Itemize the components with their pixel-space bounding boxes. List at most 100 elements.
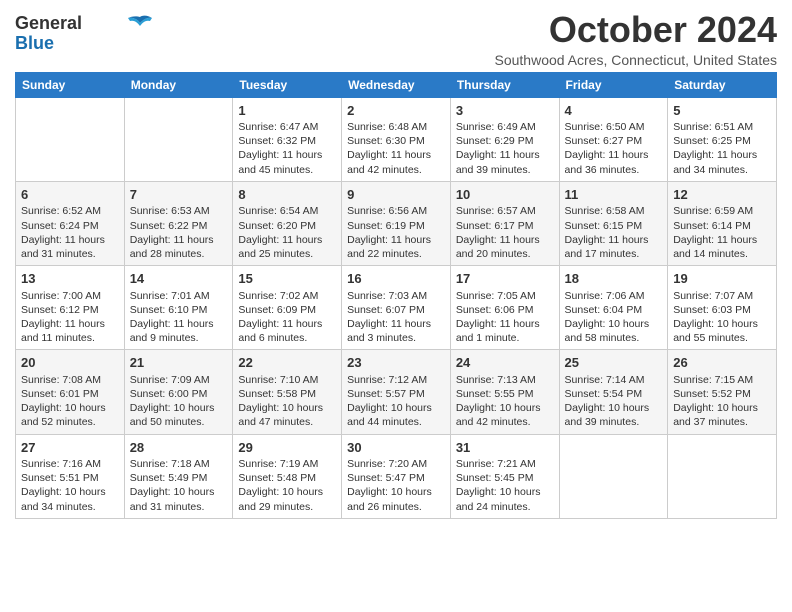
day-number: 21	[130, 354, 228, 372]
day-info: Sunrise: 7:14 AM Sunset: 5:54 PM Dayligh…	[565, 373, 663, 430]
logo-blue: Blue	[15, 34, 54, 54]
day-info: Sunrise: 6:58 AM Sunset: 6:15 PM Dayligh…	[565, 204, 663, 261]
day-number: 23	[347, 354, 445, 372]
day-info: Sunrise: 6:48 AM Sunset: 6:30 PM Dayligh…	[347, 120, 445, 177]
day-number: 20	[21, 354, 119, 372]
day-info: Sunrise: 7:05 AM Sunset: 6:06 PM Dayligh…	[456, 289, 554, 346]
day-info: Sunrise: 6:56 AM Sunset: 6:19 PM Dayligh…	[347, 204, 445, 261]
logo-bird-icon	[126, 15, 154, 31]
day-number: 8	[238, 186, 336, 204]
day-number: 22	[238, 354, 336, 372]
day-cell-12: 12Sunrise: 6:59 AM Sunset: 6:14 PM Dayli…	[668, 181, 777, 265]
day-number: 27	[21, 439, 119, 457]
day-info: Sunrise: 7:09 AM Sunset: 6:00 PM Dayligh…	[130, 373, 228, 430]
day-info: Sunrise: 7:10 AM Sunset: 5:58 PM Dayligh…	[238, 373, 336, 430]
empty-cell	[668, 434, 777, 518]
empty-cell	[16, 97, 125, 181]
title-area: October 2024 Southwood Acres, Connecticu…	[495, 10, 778, 68]
day-info: Sunrise: 6:50 AM Sunset: 6:27 PM Dayligh…	[565, 120, 663, 177]
day-info: Sunrise: 7:00 AM Sunset: 6:12 PM Dayligh…	[21, 289, 119, 346]
day-cell-7: 7Sunrise: 6:53 AM Sunset: 6:22 PM Daylig…	[124, 181, 233, 265]
day-header-tuesday: Tuesday	[233, 72, 342, 97]
day-header-thursday: Thursday	[450, 72, 559, 97]
day-header-sunday: Sunday	[16, 72, 125, 97]
day-cell-5: 5Sunrise: 6:51 AM Sunset: 6:25 PM Daylig…	[668, 97, 777, 181]
day-info: Sunrise: 7:21 AM Sunset: 5:45 PM Dayligh…	[456, 457, 554, 514]
day-number: 7	[130, 186, 228, 204]
day-info: Sunrise: 7:16 AM Sunset: 5:51 PM Dayligh…	[21, 457, 119, 514]
day-cell-22: 22Sunrise: 7:10 AM Sunset: 5:58 PM Dayli…	[233, 350, 342, 434]
day-number: 25	[565, 354, 663, 372]
day-info: Sunrise: 6:51 AM Sunset: 6:25 PM Dayligh…	[673, 120, 771, 177]
day-cell-14: 14Sunrise: 7:01 AM Sunset: 6:10 PM Dayli…	[124, 266, 233, 350]
day-header-saturday: Saturday	[668, 72, 777, 97]
day-info: Sunrise: 7:03 AM Sunset: 6:07 PM Dayligh…	[347, 289, 445, 346]
header-row: SundayMondayTuesdayWednesdayThursdayFrid…	[16, 72, 777, 97]
day-cell-2: 2Sunrise: 6:48 AM Sunset: 6:30 PM Daylig…	[342, 97, 451, 181]
logo-general: General	[15, 14, 82, 34]
day-cell-8: 8Sunrise: 6:54 AM Sunset: 6:20 PM Daylig…	[233, 181, 342, 265]
day-info: Sunrise: 7:01 AM Sunset: 6:10 PM Dayligh…	[130, 289, 228, 346]
empty-cell	[559, 434, 668, 518]
day-number: 15	[238, 270, 336, 288]
logo: General Blue	[15, 14, 154, 54]
day-info: Sunrise: 6:52 AM Sunset: 6:24 PM Dayligh…	[21, 204, 119, 261]
day-number: 30	[347, 439, 445, 457]
location-subtitle: Southwood Acres, Connecticut, United Sta…	[495, 52, 778, 68]
day-number: 2	[347, 102, 445, 120]
day-info: Sunrise: 7:07 AM Sunset: 6:03 PM Dayligh…	[673, 289, 771, 346]
empty-cell	[124, 97, 233, 181]
day-number: 5	[673, 102, 771, 120]
day-cell-17: 17Sunrise: 7:05 AM Sunset: 6:06 PM Dayli…	[450, 266, 559, 350]
day-cell-9: 9Sunrise: 6:56 AM Sunset: 6:19 PM Daylig…	[342, 181, 451, 265]
day-number: 10	[456, 186, 554, 204]
day-cell-20: 20Sunrise: 7:08 AM Sunset: 6:01 PM Dayli…	[16, 350, 125, 434]
day-cell-26: 26Sunrise: 7:15 AM Sunset: 5:52 PM Dayli…	[668, 350, 777, 434]
day-number: 12	[673, 186, 771, 204]
day-cell-10: 10Sunrise: 6:57 AM Sunset: 6:17 PM Dayli…	[450, 181, 559, 265]
day-cell-30: 30Sunrise: 7:20 AM Sunset: 5:47 PM Dayli…	[342, 434, 451, 518]
day-cell-27: 27Sunrise: 7:16 AM Sunset: 5:51 PM Dayli…	[16, 434, 125, 518]
day-number: 16	[347, 270, 445, 288]
day-number: 31	[456, 439, 554, 457]
day-cell-25: 25Sunrise: 7:14 AM Sunset: 5:54 PM Dayli…	[559, 350, 668, 434]
week-row-4: 20Sunrise: 7:08 AM Sunset: 6:01 PM Dayli…	[16, 350, 777, 434]
day-info: Sunrise: 7:19 AM Sunset: 5:48 PM Dayligh…	[238, 457, 336, 514]
day-info: Sunrise: 7:02 AM Sunset: 6:09 PM Dayligh…	[238, 289, 336, 346]
day-info: Sunrise: 6:57 AM Sunset: 6:17 PM Dayligh…	[456, 204, 554, 261]
day-number: 18	[565, 270, 663, 288]
day-number: 4	[565, 102, 663, 120]
day-info: Sunrise: 6:49 AM Sunset: 6:29 PM Dayligh…	[456, 120, 554, 177]
day-header-monday: Monday	[124, 72, 233, 97]
day-cell-11: 11Sunrise: 6:58 AM Sunset: 6:15 PM Dayli…	[559, 181, 668, 265]
month-title: October 2024	[495, 10, 778, 50]
day-info: Sunrise: 6:59 AM Sunset: 6:14 PM Dayligh…	[673, 204, 771, 261]
day-info: Sunrise: 7:08 AM Sunset: 6:01 PM Dayligh…	[21, 373, 119, 430]
day-info: Sunrise: 6:47 AM Sunset: 6:32 PM Dayligh…	[238, 120, 336, 177]
day-info: Sunrise: 6:53 AM Sunset: 6:22 PM Dayligh…	[130, 204, 228, 261]
day-cell-4: 4Sunrise: 6:50 AM Sunset: 6:27 PM Daylig…	[559, 97, 668, 181]
day-cell-24: 24Sunrise: 7:13 AM Sunset: 5:55 PM Dayli…	[450, 350, 559, 434]
day-number: 13	[21, 270, 119, 288]
day-info: Sunrise: 7:20 AM Sunset: 5:47 PM Dayligh…	[347, 457, 445, 514]
day-info: Sunrise: 7:06 AM Sunset: 6:04 PM Dayligh…	[565, 289, 663, 346]
day-number: 29	[238, 439, 336, 457]
day-info: Sunrise: 7:15 AM Sunset: 5:52 PM Dayligh…	[673, 373, 771, 430]
day-cell-18: 18Sunrise: 7:06 AM Sunset: 6:04 PM Dayli…	[559, 266, 668, 350]
day-header-wednesday: Wednesday	[342, 72, 451, 97]
day-cell-3: 3Sunrise: 6:49 AM Sunset: 6:29 PM Daylig…	[450, 97, 559, 181]
day-cell-13: 13Sunrise: 7:00 AM Sunset: 6:12 PM Dayli…	[16, 266, 125, 350]
day-number: 6	[21, 186, 119, 204]
day-cell-31: 31Sunrise: 7:21 AM Sunset: 5:45 PM Dayli…	[450, 434, 559, 518]
week-row-3: 13Sunrise: 7:00 AM Sunset: 6:12 PM Dayli…	[16, 266, 777, 350]
week-row-2: 6Sunrise: 6:52 AM Sunset: 6:24 PM Daylig…	[16, 181, 777, 265]
day-cell-19: 19Sunrise: 7:07 AM Sunset: 6:03 PM Dayli…	[668, 266, 777, 350]
calendar-table: SundayMondayTuesdayWednesdayThursdayFrid…	[15, 72, 777, 519]
day-number: 28	[130, 439, 228, 457]
day-info: Sunrise: 6:54 AM Sunset: 6:20 PM Dayligh…	[238, 204, 336, 261]
day-cell-1: 1Sunrise: 6:47 AM Sunset: 6:32 PM Daylig…	[233, 97, 342, 181]
day-number: 19	[673, 270, 771, 288]
day-cell-29: 29Sunrise: 7:19 AM Sunset: 5:48 PM Dayli…	[233, 434, 342, 518]
day-number: 3	[456, 102, 554, 120]
day-cell-6: 6Sunrise: 6:52 AM Sunset: 6:24 PM Daylig…	[16, 181, 125, 265]
